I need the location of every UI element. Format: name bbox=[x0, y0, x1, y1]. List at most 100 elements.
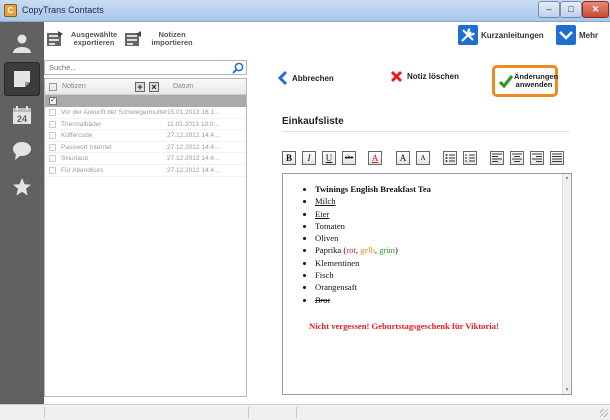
nav-favorites[interactable] bbox=[4, 170, 40, 204]
item-text: ) bbox=[394, 245, 398, 256]
list-item[interactable]: Für Abendkurs 27.12.2012 14:4... bbox=[45, 165, 246, 177]
note-date: 11.01.2013 19:0... bbox=[167, 120, 219, 128]
row-checkbox[interactable] bbox=[49, 109, 56, 116]
status-bar bbox=[0, 404, 610, 420]
row-checkbox[interactable] bbox=[49, 166, 56, 174]
list-item[interactable]: Skiurlaub 27.12.2012 14:4... bbox=[45, 153, 246, 165]
list-item: Klementinen bbox=[315, 257, 431, 269]
align-center-button[interactable] bbox=[510, 151, 524, 165]
note-title: Koffercode bbox=[61, 132, 93, 140]
calendar-icon: 24 bbox=[13, 106, 31, 124]
row-checkbox[interactable] bbox=[49, 143, 56, 151]
maximize-button[interactable]: □ bbox=[560, 1, 582, 18]
list-item[interactable]: Passwort Internet 27.12.2012 14:4... bbox=[45, 142, 246, 154]
italic-button[interactable]: I bbox=[302, 151, 316, 165]
note-date: 27.12.2012 14:4... bbox=[167, 155, 220, 163]
item-text: Brot bbox=[315, 294, 330, 305]
justify-button[interactable] bbox=[550, 151, 564, 165]
bullet-list-icon bbox=[445, 154, 455, 162]
export-selected-label: Ausgewählte exportieren bbox=[70, 30, 118, 47]
export-icon bbox=[47, 31, 63, 46]
row-checkbox[interactable] bbox=[49, 132, 56, 140]
row-checkbox[interactable] bbox=[49, 155, 56, 163]
cancel-button[interactable]: Abbrechen bbox=[278, 70, 334, 86]
more-label: Mehr bbox=[579, 30, 599, 40]
list-item: Twinings English Breakfast Tea bbox=[315, 183, 431, 195]
scroll-up-icon[interactable]: ▲ bbox=[564, 175, 570, 181]
resize-grip[interactable] bbox=[600, 409, 608, 417]
status-divider bbox=[44, 407, 45, 418]
numbered-list-button[interactable] bbox=[463, 151, 477, 165]
add-note-icon[interactable]: + bbox=[135, 82, 145, 92]
decrease-font-button[interactable]: A bbox=[416, 151, 430, 165]
item-text-yellow: gelb bbox=[360, 245, 375, 256]
import-icon bbox=[125, 31, 141, 46]
item-text: Klementinen bbox=[315, 257, 360, 268]
row-checkbox[interactable] bbox=[49, 120, 56, 128]
nav-notes[interactable] bbox=[4, 62, 40, 96]
quick-guides-button[interactable]: Kurzanleitungen bbox=[458, 25, 544, 45]
title-bar: C CopyTrans Contacts – □ ✕ bbox=[0, 0, 610, 22]
nav-messages[interactable] bbox=[4, 134, 40, 168]
remove-note-icon[interactable]: × bbox=[149, 82, 159, 92]
apply-changes-label: Änderungen anwenden bbox=[514, 72, 559, 89]
notes-list: Notizen + × Datum ✓ Vor der Ankunft der … bbox=[44, 78, 247, 397]
strikethrough-button[interactable]: abc bbox=[342, 151, 356, 165]
bold-button[interactable]: B bbox=[282, 151, 296, 165]
quick-guides-label: Kurzanleitungen bbox=[481, 30, 544, 40]
item-text: Orangensaft bbox=[315, 282, 357, 293]
delete-note-button[interactable]: Notiz löschen bbox=[390, 70, 459, 83]
search-icon[interactable] bbox=[232, 62, 244, 74]
calendar-day: 24 bbox=[17, 114, 27, 124]
note-icon bbox=[14, 71, 30, 87]
note-editor[interactable]: Twinings English Breakfast Tea Milch Eie… bbox=[282, 173, 572, 395]
nav-contacts[interactable] bbox=[4, 26, 40, 60]
nav-calendar[interactable]: 24 bbox=[4, 98, 40, 132]
list-item[interactable]: Vor der Ankunft der Schwiegermutter 15.01… bbox=[45, 107, 246, 119]
bullet-list-button[interactable] bbox=[443, 151, 457, 165]
list-item: Paprika (rot, gelb, grün) bbox=[315, 244, 431, 256]
more-button[interactable]: Mehr bbox=[556, 25, 598, 45]
item-text: Oliven bbox=[315, 233, 339, 244]
list-item[interactable]: Koffercode 27.12.2012 14:4... bbox=[45, 130, 246, 142]
editor-scrollbar[interactable]: ▲ ▼ bbox=[562, 174, 571, 394]
header-date[interactable]: Datum bbox=[173, 83, 194, 90]
list-item: Orangensaft bbox=[315, 281, 431, 293]
search-input[interactable] bbox=[45, 61, 225, 74]
export-selected-button[interactable]: Ausgewählte exportieren bbox=[46, 27, 121, 51]
item-text: Paprika ( bbox=[315, 245, 347, 256]
shopping-list: Twinings English Breakfast Tea Milch Eie… bbox=[305, 183, 431, 306]
scroll-down-icon[interactable]: ▼ bbox=[564, 387, 570, 393]
font-color-button[interactable]: A bbox=[368, 151, 382, 165]
item-text: Milch bbox=[315, 196, 336, 207]
import-notes-button[interactable]: Notizen importieren bbox=[124, 27, 199, 51]
row-checkbox[interactable]: ✓ bbox=[49, 97, 57, 105]
tools-icon bbox=[458, 25, 478, 45]
apply-changes-button[interactable]: Änderungen anwenden bbox=[492, 65, 558, 97]
speech-bubble-icon bbox=[13, 142, 31, 160]
numbered-list-icon bbox=[465, 154, 475, 162]
select-all-checkbox[interactable] bbox=[49, 83, 57, 91]
underline-button[interactable]: U bbox=[322, 151, 336, 165]
import-notes-label: Notizen importieren bbox=[151, 30, 193, 47]
align-left-button[interactable] bbox=[490, 151, 504, 165]
window-title: CopyTrans Contacts bbox=[22, 5, 104, 15]
note-title: Passwort Internet bbox=[61, 143, 112, 151]
item-text: Twinings English Breakfast Tea bbox=[315, 184, 431, 194]
note-title-heading[interactable]: Einkaufsliste bbox=[282, 116, 344, 127]
minimize-button[interactable]: – bbox=[538, 1, 560, 18]
selected-note-row[interactable]: ✓ bbox=[45, 95, 246, 107]
list-item[interactable]: Thermalbäder 11.01.2013 19:0... bbox=[45, 119, 246, 131]
increase-font-button[interactable]: A bbox=[396, 151, 410, 165]
close-button[interactable]: ✕ bbox=[582, 1, 609, 18]
align-right-button[interactable] bbox=[530, 151, 544, 165]
list-item: Eier bbox=[315, 208, 431, 220]
header-notes[interactable]: Notizen bbox=[62, 83, 86, 90]
delete-x-icon bbox=[390, 70, 403, 83]
notes-list-header: Notizen + × Datum bbox=[45, 79, 246, 95]
list-item: Milch bbox=[315, 195, 431, 207]
chevron-down-icon bbox=[556, 25, 576, 45]
item-text-red: rot bbox=[346, 245, 356, 256]
note-title: Für Abendkurs bbox=[61, 166, 104, 174]
delete-note-label: Notiz löschen bbox=[407, 72, 460, 81]
